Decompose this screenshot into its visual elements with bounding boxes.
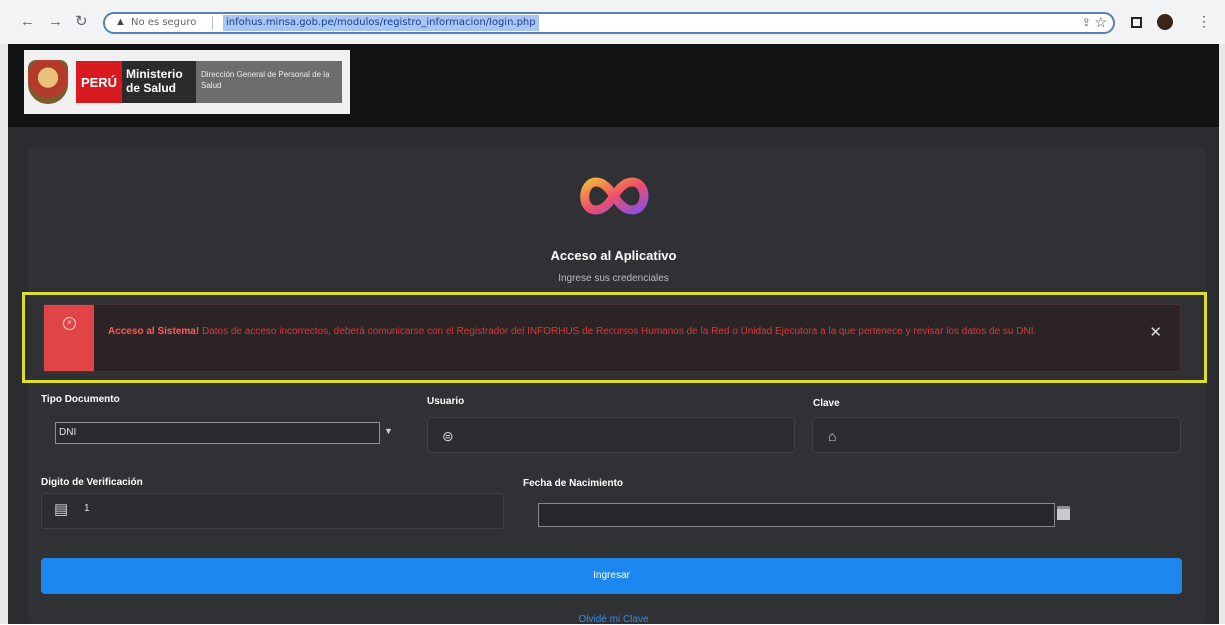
minsa-logo[interactable]: PERÚ Ministerio de Salud Dirección Gener…: [24, 50, 350, 114]
digito-verificacion-label: Digito de Verificación: [41, 477, 143, 488]
browser-toolbar: ← → ↻ ▲ No es seguro infohus.minsa.gob.p…: [0, 0, 1225, 44]
close-icon[interactable]: ✕: [1149, 323, 1162, 341]
error-circle-icon: ×: [63, 317, 76, 330]
forward-arrow-icon[interactable]: →: [48, 14, 63, 30]
date-picker-icon[interactable]: [1057, 506, 1070, 520]
url-text[interactable]: infohus.minsa.gob.pe/modulos/registro_in…: [223, 15, 539, 31]
usuario-label: Usuario: [427, 396, 465, 407]
lock-icon: ⌂: [828, 428, 837, 444]
site-header: PERÚ Ministerio de Salud Dirección Gener…: [8, 44, 1219, 127]
star-icon[interactable]: ☆: [1094, 14, 1107, 31]
clave-input[interactable]: [812, 417, 1181, 453]
page-title: Acceso al Aplicativo: [550, 248, 677, 263]
logo-directorate: Dirección General de Personal de la Salu…: [196, 61, 342, 103]
page-subtitle: Ingrese sus credenciales: [558, 273, 669, 284]
address-separator: [212, 16, 213, 30]
usuario-input[interactable]: [427, 417, 795, 453]
share-icon[interactable]: ⇪: [1082, 16, 1091, 29]
logo-peru: PERÚ: [76, 61, 122, 103]
user-icon: ⊜: [442, 428, 454, 444]
tipo-documento-label: Tipo Documento: [41, 394, 120, 405]
app-logo-icon: [580, 177, 649, 215]
alert-message: Acceso al Sistema! Datos de acceso incor…: [108, 323, 1108, 340]
calendar-icon: ▤: [54, 501, 69, 518]
coat-of-arms-icon: [28, 60, 68, 104]
security-label: No es seguro: [131, 17, 197, 28]
profile-avatar[interactable]: [1157, 14, 1173, 30]
chevron-down-icon[interactable]: ▼: [384, 426, 393, 436]
warning-icon: ▲: [115, 16, 126, 28]
address-bar[interactable]: ▲ No es seguro infohus.minsa.gob.pe/modu…: [103, 12, 1115, 34]
extensions-icon[interactable]: [1131, 17, 1142, 28]
login-card: [28, 147, 1205, 624]
error-alert: × Acceso al Sistema! Datos de acceso inc…: [43, 304, 1181, 372]
ingresar-button[interactable]: Ingresar: [41, 558, 1182, 594]
digito-verificacion-value: 1: [84, 503, 90, 514]
reload-icon[interactable]: ↻: [75, 14, 88, 30]
alert-icon-strip: ×: [44, 305, 94, 371]
fecha-nacimiento-input[interactable]: [538, 503, 1055, 527]
alert-strong: Acceso al Sistema!: [108, 326, 200, 337]
alert-body: Datos de acceso incorrectos, deberá comu…: [201, 326, 1037, 337]
menu-icon[interactable]: ⋮: [1197, 13, 1211, 30]
logo-ministry: Ministerio de Salud: [122, 61, 196, 103]
fecha-nacimiento-label: Fecha de Nacimiento: [523, 478, 624, 489]
digito-verificacion-input[interactable]: [41, 493, 504, 529]
page-content: PERÚ Ministerio de Salud Dirección Gener…: [0, 44, 1225, 625]
clave-label: Clave: [813, 398, 840, 409]
forgot-password-link[interactable]: Olvidé mi Clave: [8, 614, 1219, 625]
tipo-documento-select[interactable]: DNI: [55, 422, 380, 444]
back-arrow-icon[interactable]: ←: [20, 14, 35, 30]
